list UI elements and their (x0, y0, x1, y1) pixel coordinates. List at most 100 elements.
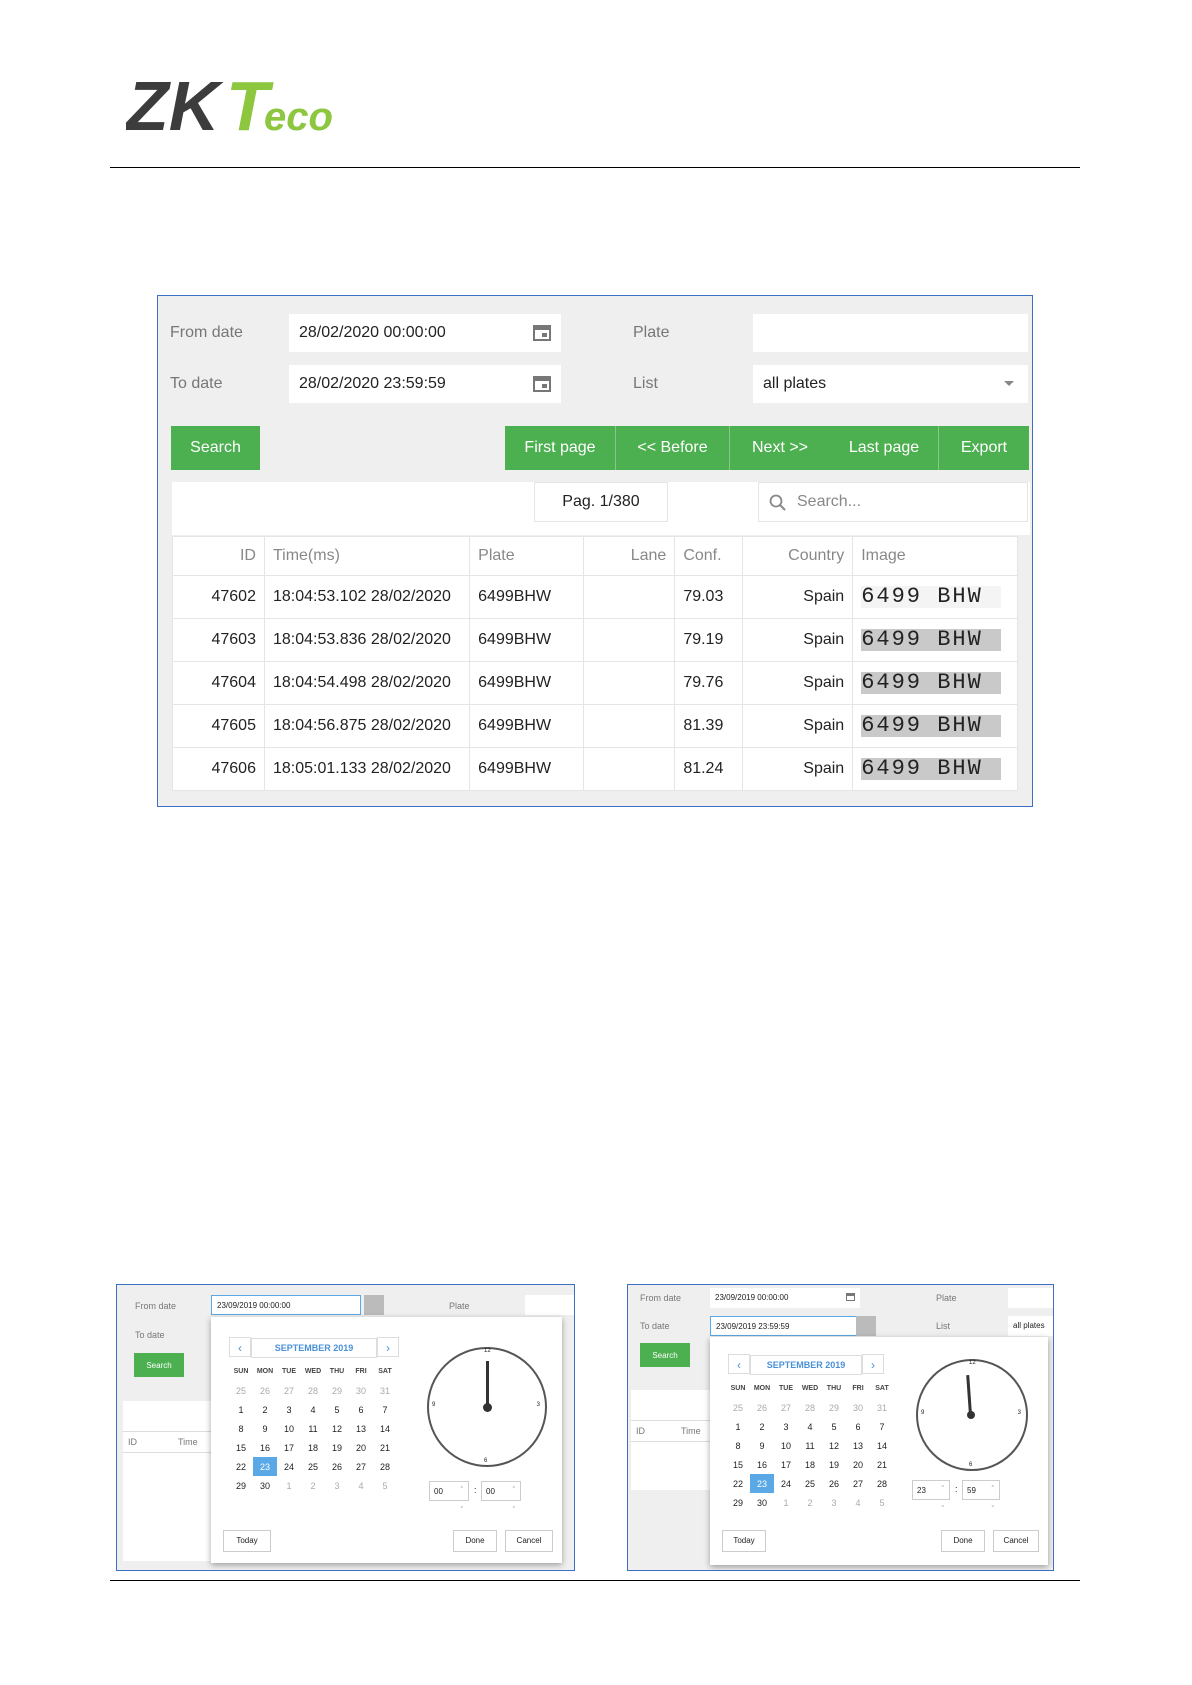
from-date-input[interactable]: 23/09/2019 00:00:00 (211, 1295, 361, 1315)
plate-input[interactable] (753, 314, 1028, 352)
calendar-day[interactable]: 27 (774, 1398, 798, 1417)
calendar-day[interactable]: 26 (253, 1381, 277, 1400)
calendar-day[interactable]: 3 (277, 1400, 301, 1419)
month-title[interactable]: SEPTEMBER 2019 (251, 1338, 377, 1358)
calendar-day[interactable]: 18 (301, 1438, 325, 1457)
table-row[interactable]: 47604 18:04:54.498 28/02/2020 6499BHW 79.76… (172, 661, 1018, 705)
calendar-day[interactable]: 28 (373, 1457, 397, 1476)
cancel-button[interactable]: Cancel (505, 1530, 553, 1552)
list-select[interactable]: all plates (1008, 1316, 1053, 1336)
calendar-day[interactable]: 28 (870, 1474, 894, 1493)
calendar-day[interactable]: 5 (870, 1493, 894, 1512)
calendar-day[interactable]: 30 (846, 1398, 870, 1417)
calendar-day[interactable]: 24 (774, 1474, 798, 1493)
hour-spinner[interactable]: 00 ˆ ˇ (429, 1481, 469, 1514)
calendar-day[interactable]: 25 (798, 1474, 822, 1493)
col-conf[interactable]: Conf. (674, 536, 744, 576)
col-time[interactable]: Time(ms) (263, 536, 471, 576)
calendar-day[interactable]: 22 (726, 1474, 750, 1493)
search-button[interactable]: Search (134, 1353, 184, 1377)
calendar-day[interactable]: 9 (253, 1419, 277, 1438)
next-month-button[interactable]: › (862, 1354, 884, 1374)
calendar-day[interactable]: 28 (301, 1381, 325, 1400)
minute-spinner[interactable]: 00 ˆ ˇ (481, 1481, 521, 1514)
calendar-day[interactable]: 25 (726, 1398, 750, 1417)
calendar-day[interactable]: 21 (870, 1455, 894, 1474)
col-id[interactable]: ID (172, 536, 265, 576)
search-button[interactable]: Search (640, 1343, 690, 1367)
clock-face[interactable]: 12 3 6 9 (916, 1359, 1028, 1471)
calendar-day[interactable]: 25 (229, 1381, 253, 1400)
calendar-day[interactable]: 27 (277, 1381, 301, 1400)
calendar-day[interactable]: 5 (325, 1400, 349, 1419)
next-month-button[interactable]: › (377, 1337, 399, 1357)
calendar-day[interactable]: 31 (870, 1398, 894, 1417)
from-date-input[interactable]: 28/02/2020 00:00:00 (289, 314, 561, 352)
table-row[interactable]: 47602 18:04:53.102 28/02/2020 6499BHW 79.03… (172, 575, 1018, 619)
today-button[interactable]: Today (722, 1530, 766, 1552)
calendar-day[interactable]: 13 (846, 1436, 870, 1455)
calendar-day[interactable]: 21 (373, 1438, 397, 1457)
calendar-day[interactable]: 14 (870, 1436, 894, 1455)
plate-input[interactable] (525, 1295, 574, 1315)
col-lane[interactable]: Lane (583, 536, 676, 576)
calendar-day[interactable]: 17 (277, 1438, 301, 1457)
before-button[interactable]: << Before (616, 426, 730, 470)
table-row[interactable]: 47606 18:05:01.133 28/02/2020 6499BHW 81.24… (172, 747, 1018, 791)
calendar-day[interactable]: 1 (277, 1476, 301, 1495)
calendar-day[interactable]: 28 (798, 1398, 822, 1417)
calendar-day[interactable]: 4 (301, 1400, 325, 1419)
calendar-icon[interactable] (856, 1316, 876, 1336)
calendar-day[interactable]: 15 (726, 1455, 750, 1474)
calendar-day[interactable]: 4 (846, 1493, 870, 1512)
calendar-day[interactable]: 5 (822, 1417, 846, 1436)
calendar-day[interactable]: 6 (349, 1400, 373, 1419)
calendar-day[interactable]: 15 (229, 1438, 253, 1457)
calendar-icon[interactable] (533, 376, 551, 392)
export-button[interactable]: Export (939, 426, 1029, 470)
table-search-input[interactable]: Search... (758, 482, 1028, 522)
calendar-day[interactable]: 8 (229, 1419, 253, 1438)
calendar-day[interactable]: 2 (301, 1476, 325, 1495)
calendar-day[interactable]: 27 (846, 1474, 870, 1493)
calendar-day[interactable]: 3 (774, 1417, 798, 1436)
done-button[interactable]: Done (453, 1530, 497, 1552)
calendar-day[interactable]: 24 (277, 1457, 301, 1476)
calendar-day[interactable]: 26 (822, 1474, 846, 1493)
calendar-day[interactable]: 23 (253, 1457, 277, 1476)
calendar-day[interactable]: 29 (726, 1493, 750, 1512)
plate-input[interactable] (1008, 1288, 1053, 1308)
calendar-day[interactable]: 7 (870, 1417, 894, 1436)
to-date-input[interactable]: 28/02/2020 23:59:59 (289, 365, 561, 403)
calendar-day[interactable]: 11 (301, 1419, 325, 1438)
next-button[interactable]: Next >> (730, 426, 830, 470)
calendar-day[interactable]: 29 (822, 1398, 846, 1417)
search-button[interactable]: Search (171, 426, 260, 470)
list-select[interactable]: all plates (753, 365, 1028, 403)
calendar-icon[interactable] (364, 1295, 384, 1315)
calendar-day[interactable]: 29 (325, 1381, 349, 1400)
calendar-day[interactable]: 9 (750, 1436, 774, 1455)
table-row[interactable]: 47603 18:04:53.836 28/02/2020 6499BHW 79.19… (172, 618, 1018, 662)
calendar-day[interactable]: 3 (822, 1493, 846, 1512)
calendar-day[interactable]: 19 (822, 1455, 846, 1474)
from-date-input[interactable]: 23/09/2019 00:00:00 (710, 1288, 860, 1308)
calendar-day[interactable]: 11 (798, 1436, 822, 1455)
calendar-day[interactable]: 31 (373, 1381, 397, 1400)
calendar-day[interactable]: 10 (277, 1419, 301, 1438)
today-button[interactable]: Today (223, 1530, 271, 1552)
cancel-button[interactable]: Cancel (993, 1530, 1039, 1552)
calendar-day[interactable]: 30 (750, 1493, 774, 1512)
calendar-day[interactable]: 2 (750, 1417, 774, 1436)
calendar-day[interactable]: 25 (301, 1457, 325, 1476)
calendar-day[interactable]: 30 (349, 1381, 373, 1400)
calendar-day[interactable]: 23 (750, 1474, 774, 1493)
first-page-button[interactable]: First page (505, 426, 616, 470)
hour-spinner[interactable]: 23 ˆ ˇ (912, 1480, 950, 1513)
prev-month-button[interactable]: ‹ (728, 1354, 750, 1374)
col-plate[interactable]: Plate (469, 536, 585, 576)
calendar-day[interactable]: 14 (373, 1419, 397, 1438)
calendar-day[interactable]: 16 (253, 1438, 277, 1457)
calendar-day[interactable]: 1 (774, 1493, 798, 1512)
calendar-day[interactable]: 29 (229, 1476, 253, 1495)
